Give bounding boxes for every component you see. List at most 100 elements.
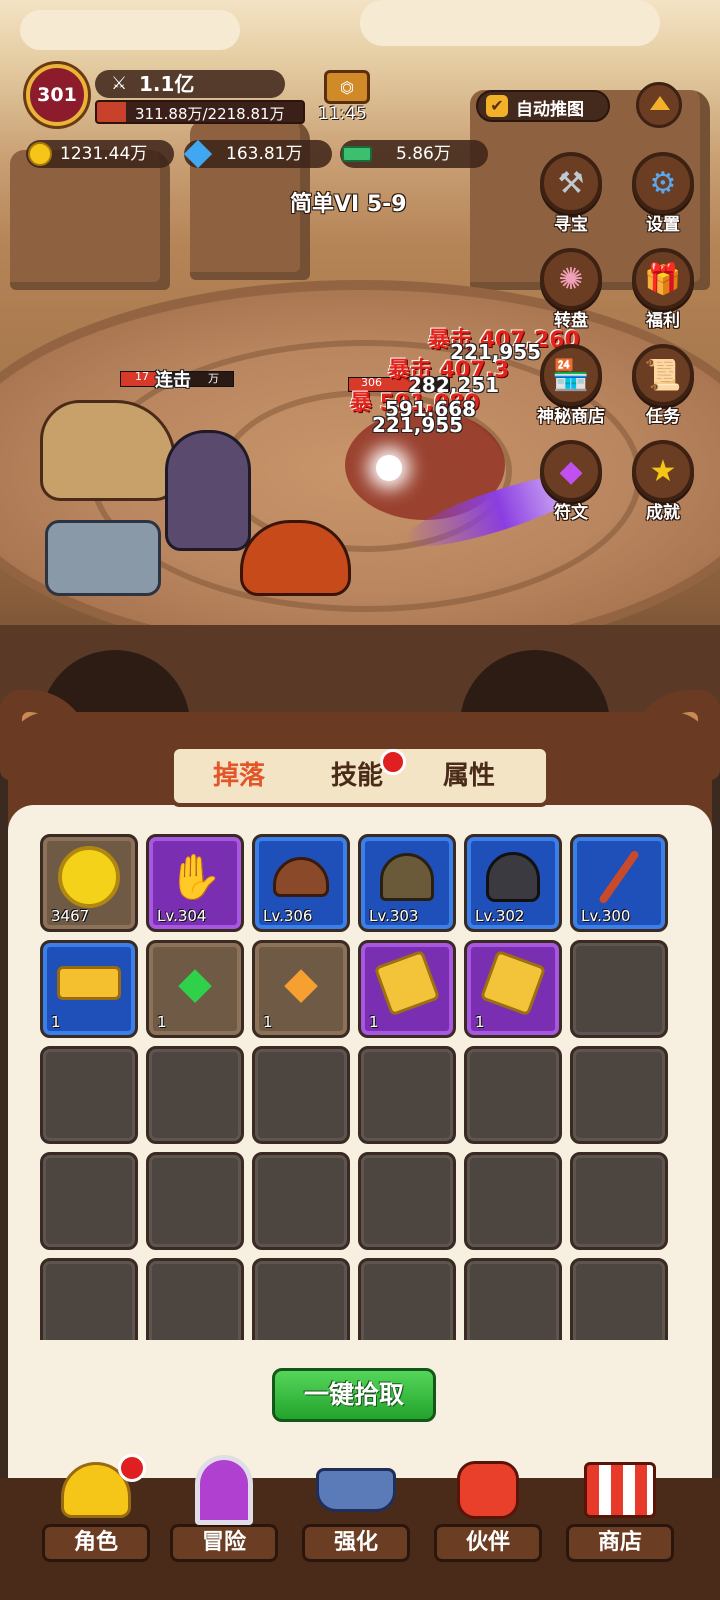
inventory-slot-empty[interactable] xyxy=(464,1152,562,1250)
quests-label: 任务 xyxy=(646,407,680,427)
inventory-slot-shoulder[interactable]: Lv.306 xyxy=(252,834,350,932)
paw-ticket-icon xyxy=(57,966,121,1001)
inventory-slot-dark-helmet[interactable]: Lv.302 xyxy=(464,834,562,932)
nav-adventure-label: 冒险 xyxy=(170,1524,278,1562)
inventory-slot-empty[interactable] xyxy=(570,1152,668,1250)
inventory-slot-orange-gem[interactable]: ◆ 1 xyxy=(252,940,350,1038)
runes-button[interactable]: ◆ 符文 xyxy=(534,440,608,530)
inventory-slot-empty[interactable] xyxy=(464,1258,562,1340)
inventory-slot-sword[interactable]: Lv.300 xyxy=(570,834,668,932)
inventory-slot-empty[interactable] xyxy=(570,1258,668,1340)
inventory-slot-gold[interactable]: 3467 xyxy=(40,834,138,932)
gold-coin-icon xyxy=(28,142,52,166)
nav-character[interactable]: 角色 xyxy=(36,1450,156,1590)
ally-hp-unit: 万 xyxy=(208,372,219,385)
cloud-decor xyxy=(360,0,660,46)
inventory-slot-empty[interactable] xyxy=(358,1046,456,1144)
portal-icon xyxy=(184,1450,264,1530)
auto-push-toggle[interactable]: ✔ 自动推图 xyxy=(476,90,610,122)
nav-enhance-label: 强化 xyxy=(302,1524,410,1562)
crossed-swords-icon: ⚔ xyxy=(111,73,128,94)
inventory-slot-empty[interactable] xyxy=(146,1152,244,1250)
ally-hp-text: 17 xyxy=(135,370,149,383)
settings-label: 设置 xyxy=(646,215,680,235)
inventory-slot-empty[interactable] xyxy=(146,1258,244,1340)
diamond-value: 163.81万 xyxy=(226,144,303,164)
puzzle-piece-icon xyxy=(373,950,441,1017)
orange-gem-icon: ◆ xyxy=(284,957,318,1009)
welfare-button[interactable]: 🎁 福利 xyxy=(626,248,700,338)
inventory-slot-empty[interactable] xyxy=(358,1258,456,1340)
inventory-slot-empty[interactable] xyxy=(146,1046,244,1144)
inventory-slot-puzzle[interactable]: 1 xyxy=(358,940,456,1038)
inventory-slot-green-gem[interactable]: ◆ 1 xyxy=(146,940,244,1038)
achievements-label: 成就 xyxy=(646,503,680,523)
inventory-slot-empty[interactable] xyxy=(252,1258,350,1340)
inventory-slot-gauntlet[interactable]: ✋ Lv.304 xyxy=(146,834,244,932)
inventory-slot-empty[interactable] xyxy=(464,1046,562,1144)
nav-partner[interactable]: 伙伴 xyxy=(428,1450,548,1590)
hp-text: 311.88万/2218.81万 xyxy=(135,105,285,123)
inventory-scroll-clip[interactable] xyxy=(0,1258,720,1340)
inventory-slot-empty[interactable] xyxy=(40,1258,138,1340)
combo-text: 连击 xyxy=(155,370,191,391)
power-display: ⚔ 1.1亿 xyxy=(95,70,285,98)
checkbox-checked-icon: ✔ xyxy=(486,95,508,117)
dark-helmet-icon xyxy=(486,852,540,903)
runes-label: 符文 xyxy=(554,503,588,523)
pickup-all-button[interactable]: 一键拾取 xyxy=(272,1368,436,1422)
cash-value: 5.86万 xyxy=(396,144,451,164)
cloud-decor xyxy=(20,10,240,50)
plant-beast-sprite xyxy=(40,400,176,501)
inventory-slot-helmet[interactable]: Lv.303 xyxy=(358,834,456,932)
gold-currency: 1231.44万 xyxy=(26,140,174,168)
scroll-icon: 📜 xyxy=(632,344,694,406)
inventory-slot-empty[interactable] xyxy=(40,1046,138,1144)
nav-adventure[interactable]: 冒险 xyxy=(164,1450,284,1590)
player-level-badge[interactable]: 301 xyxy=(26,64,88,126)
spin-wheel-button[interactable]: ✺ 转盘 xyxy=(534,248,608,338)
sword-icon xyxy=(597,846,641,908)
achievements-button[interactable]: ★ 成就 xyxy=(626,440,700,530)
timer-icon[interactable]: ⏣ xyxy=(324,70,370,104)
slot-caption: 3467 xyxy=(51,907,90,925)
settings-button[interactable]: ⚙ 设置 xyxy=(626,152,700,242)
nav-character-badge xyxy=(118,1454,146,1482)
nav-shop[interactable]: 商店 xyxy=(560,1450,680,1590)
slot-caption: 1 xyxy=(51,1013,61,1031)
helmet-icon xyxy=(380,853,434,902)
damage-number: 221,955 xyxy=(372,413,464,437)
star-icon: ★ xyxy=(632,440,694,502)
inventory-slot-empty[interactable] xyxy=(570,1046,668,1144)
inventory-slot-empty[interactable] xyxy=(252,1046,350,1144)
collapse-menu-button[interactable] xyxy=(636,82,682,128)
tab-drops[interactable]: 掉落 xyxy=(184,749,294,803)
power-value: 1.1亿 xyxy=(139,72,195,96)
inventory-slot-empty[interactable] xyxy=(252,1152,350,1250)
stage-title: 简单VI 5-9 xyxy=(290,192,407,217)
inventory-slot-ticket[interactable]: 1 xyxy=(40,940,138,1038)
slot-caption: Lv.306 xyxy=(263,907,313,925)
hero-sprite xyxy=(165,430,251,551)
cash-icon xyxy=(342,146,372,162)
slot-caption: Lv.304 xyxy=(157,907,207,925)
tab-skills-badge xyxy=(380,749,406,775)
nav-shop-label: 商店 xyxy=(566,1524,674,1562)
mystery-shop-button[interactable]: 🏪 神秘商店 xyxy=(526,344,616,434)
slot-caption: 1 xyxy=(157,1013,167,1031)
inventory-slot-empty[interactable] xyxy=(570,940,668,1038)
inventory-slot-empty[interactable] xyxy=(358,1152,456,1250)
inventory-slot-puzzle[interactable]: 1 xyxy=(464,940,562,1038)
impact-flash-icon xyxy=(376,455,402,481)
market-stall-icon xyxy=(580,1450,660,1530)
inventory-slot-empty[interactable] xyxy=(40,1152,138,1250)
nav-character-label: 角色 xyxy=(42,1524,150,1562)
treasure-hunt-button[interactable]: ⚒ 寻宝 xyxy=(534,152,608,242)
nav-enhance[interactable]: 强化 xyxy=(296,1450,416,1590)
slot-caption: 1 xyxy=(369,1013,379,1031)
treasure-hunt-label: 寻宝 xyxy=(554,215,588,235)
tab-attributes[interactable]: 属性 xyxy=(414,749,524,803)
partner-icon xyxy=(448,1450,528,1530)
quests-button[interactable]: 📜 任务 xyxy=(626,344,700,434)
timer-text: 11:45 xyxy=(318,104,367,124)
